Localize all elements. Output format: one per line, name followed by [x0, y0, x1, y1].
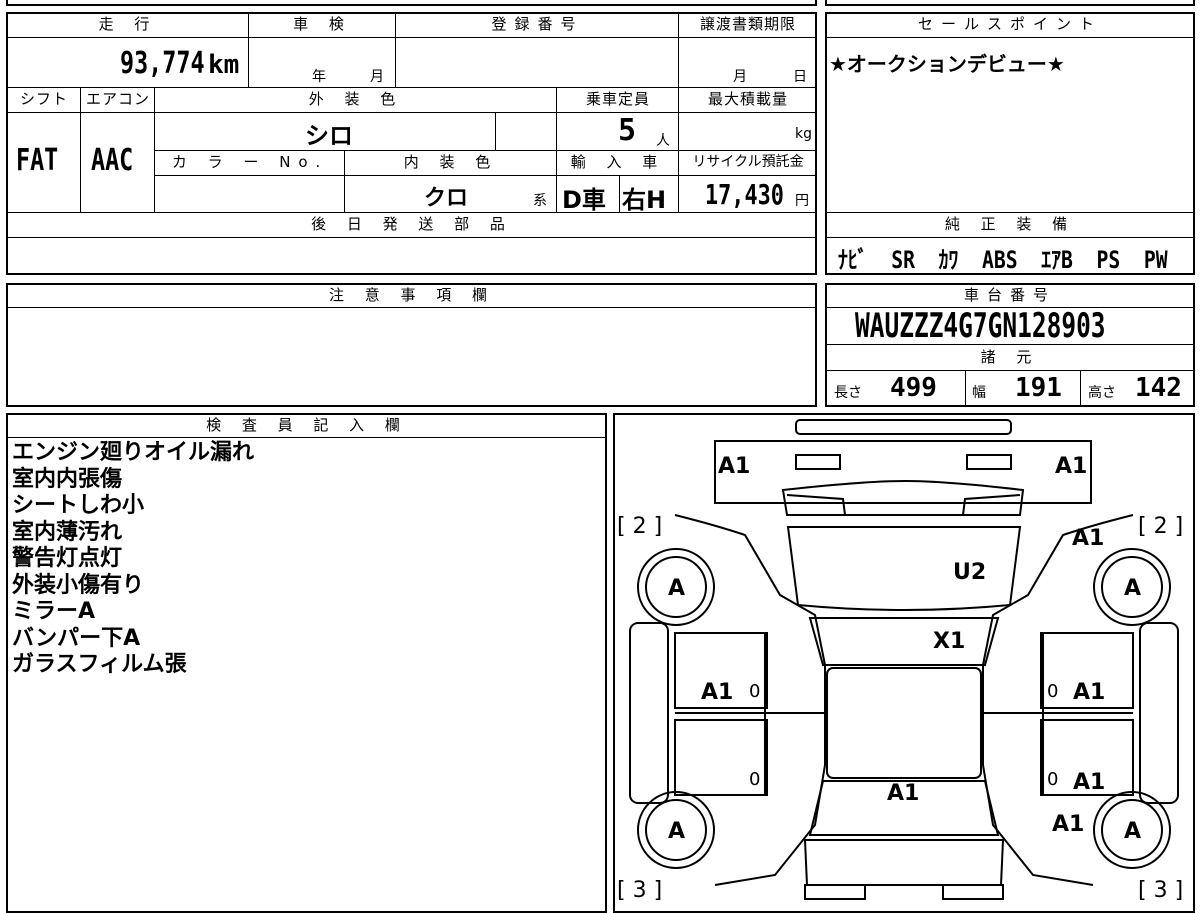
shaken-year-unit: 年: [312, 69, 326, 85]
mileage-label: 走 行: [98, 15, 158, 33]
recycle-value: 17,430: [705, 178, 784, 211]
equipment-label: 純 正 装 備: [944, 215, 1076, 233]
tread-rear-right: [ 3 ]: [1138, 878, 1183, 900]
specs-label: 諸 元: [980, 348, 1040, 366]
max-load-label: 最大積載量: [707, 90, 788, 108]
front-right-mark: A1: [1055, 454, 1087, 479]
sales-point-text: ★オークションデビュー★: [829, 52, 1065, 76]
inspector-note: 外装小傷有り: [12, 572, 145, 598]
door-zero: 0: [749, 681, 760, 702]
top-strip-right: [825, 0, 1195, 6]
shift-label: シフト: [19, 90, 68, 108]
steering: 右H: [622, 186, 667, 214]
aircon-value: AAC: [91, 143, 134, 178]
transfer-deadline-label: 譲渡書類期限: [699, 15, 796, 33]
inspector-note: 室内薄汚れ: [12, 519, 123, 545]
notes-label: 注 意 事 項 欄: [328, 286, 496, 304]
height-label: 高さ: [1088, 385, 1116, 401]
shaken-label: 車 検: [293, 15, 352, 33]
interior-color-label: 内 装 色: [403, 153, 499, 171]
equipment-item: ABS: [982, 246, 1018, 274]
tire-rr-mark: A: [1124, 819, 1141, 844]
mileage-unit: km: [208, 50, 240, 80]
inspector-label: 検 査 員 記 入 欄: [206, 416, 408, 434]
length-label: 長さ: [834, 385, 862, 401]
door-zero: 0: [1047, 681, 1058, 702]
door-zero: 0: [1047, 769, 1058, 790]
tread-front-left: [ 2 ]: [617, 514, 662, 539]
max-load-unit: kg: [795, 126, 812, 142]
door-zero: 0: [749, 769, 760, 790]
recycle-label: リサイクル預託金: [692, 154, 804, 170]
rear-right-fender-mark: A1: [1052, 812, 1084, 837]
capacity-value: 5: [618, 113, 637, 148]
capacity-label: 乗車定員: [585, 90, 650, 108]
inspector-notes: エンジン廻りオイル漏れ 室内内張傷 シートしわ小 室内薄汚れ 警告灯点灯 外装小…: [12, 440, 254, 679]
tread-rear-left: [ 3 ]: [617, 878, 662, 900]
interior-color-suffix: 系: [533, 193, 547, 209]
chassis-label: 車台番号: [963, 286, 1056, 304]
equipment-item: SR: [891, 246, 915, 274]
top-strip: [6, 0, 817, 6]
inspector-note: 警告灯点灯: [12, 546, 123, 571]
inspector-note: エンジン廻りオイル漏れ: [12, 440, 255, 465]
equipment-item: PS: [1096, 246, 1121, 274]
front-right-fender-mark: A1: [1072, 526, 1104, 551]
tire-fl-mark: A: [668, 576, 685, 601]
trunk-mark: A1: [887, 781, 919, 806]
front-left-mark: A1: [718, 454, 750, 479]
shaken-month-unit: 月: [370, 69, 384, 85]
exterior-color-label: 外 装 色: [308, 90, 404, 108]
transfer-month-unit: 月: [733, 69, 747, 85]
width-label: 幅: [972, 385, 986, 401]
aircon-label: エアコン: [85, 90, 150, 108]
front-right-door-mark: A1: [1073, 680, 1105, 705]
tread-front-right: [ 2 ]: [1138, 514, 1183, 539]
registration-label: 登録番号: [491, 15, 584, 33]
tire-fr-mark: A: [1124, 576, 1141, 601]
inspector-note: ガラスフィルム張: [12, 652, 187, 677]
parts-label: 後 日 発 送 部 品: [311, 215, 513, 233]
import-label: 輸 入 車: [570, 153, 666, 171]
height-value: 142: [1135, 373, 1182, 403]
interior-color-value: クロ: [424, 186, 469, 211]
rear-right-door-mark: A1: [1073, 770, 1105, 795]
equipment-item: ｴｱB: [1041, 246, 1073, 274]
tire-rl-mark: A: [668, 819, 685, 844]
inspector-note: ミラーA: [12, 599, 96, 624]
shift-value: FAT: [16, 143, 59, 178]
windshield-mark: X1: [933, 629, 965, 654]
inspector-note: シートしわ小: [12, 493, 145, 518]
import-type: D車: [562, 186, 606, 214]
car-damage-diagram: A1 A1 A1 U2 X1 A1 A1 A1 A1 A1 A A A A [ …: [617, 419, 1183, 900]
hood-mark: U2: [953, 560, 986, 585]
transfer-day-unit: 日: [793, 69, 807, 85]
front-left-door-mark: A1: [701, 680, 733, 705]
sales-point-label: セールスポイント: [917, 15, 1102, 33]
length-value: 499: [890, 373, 937, 403]
equipment-item: PW: [1143, 246, 1168, 274]
width-value: 191: [1015, 373, 1062, 403]
inspector-note: バンパー下A: [12, 625, 141, 651]
chassis-number: WAUZZZ4G7GN128903: [855, 306, 1106, 346]
equipment-list: ﾅﾋﾞ SR ｶﾜ ABS ｴｱB PS PW: [838, 240, 1200, 275]
color-no-label: カ ラ ー No.: [171, 153, 329, 171]
inspector-note: 室内内張傷: [12, 466, 123, 492]
capacity-unit: 人: [656, 133, 670, 149]
recycle-unit: 円: [795, 193, 809, 209]
equipment-item: ｶﾜ: [938, 246, 959, 274]
equipment-item: ﾅﾋﾞ: [838, 246, 868, 274]
exterior-color-value: シロ: [305, 122, 353, 150]
